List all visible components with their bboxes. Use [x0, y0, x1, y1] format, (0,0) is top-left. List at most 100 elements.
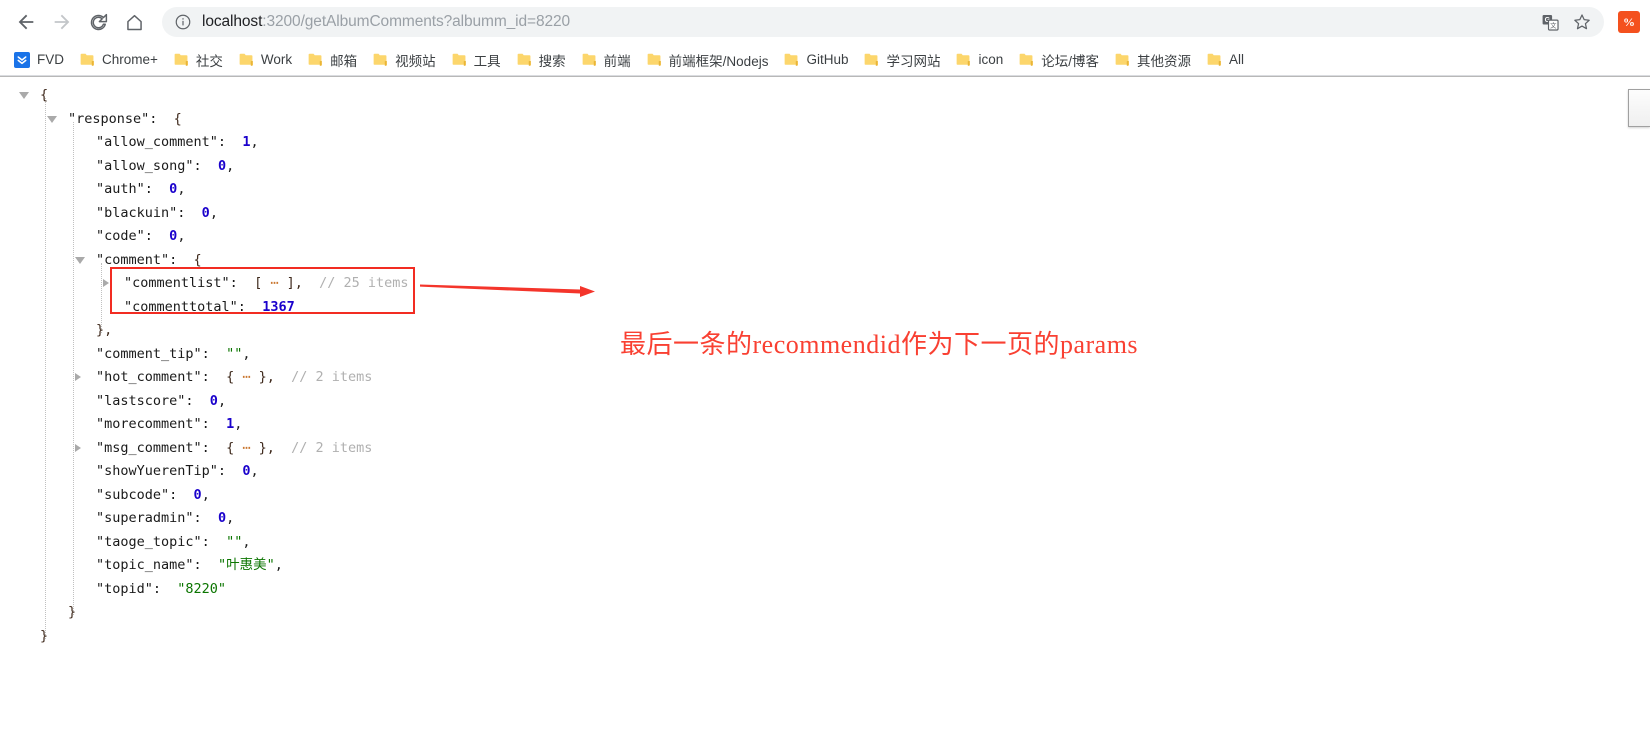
bookmark-item[interactable]: 前端框架/Nodejs — [639, 48, 777, 72]
folder-icon — [517, 53, 531, 66]
bookmark-item[interactable]: 搜索 — [509, 48, 574, 72]
json-collapsed-value[interactable]: [ ⋯ ], — [254, 275, 303, 291]
json-line: } — [0, 601, 409, 625]
json-line-content: "hot_comment": { ⋯ }, // 2 items — [0, 366, 372, 390]
json-colon: : — [217, 463, 243, 479]
collapse-triangle-icon[interactable] — [19, 92, 29, 99]
folder-icon — [239, 53, 253, 66]
bookmark-item[interactable]: 工具 — [444, 48, 509, 72]
forward-arrow-icon — [54, 14, 70, 30]
percent-extension-icon[interactable]: % — [1618, 11, 1640, 33]
bookmark-item[interactable]: Chrome+ — [72, 48, 166, 72]
expand-triangle-icon[interactable] — [75, 443, 81, 452]
bookmark-item[interactable]: 其他资源 — [1107, 48, 1199, 72]
json-line-content: "lastscore": 0, — [96, 392, 227, 409]
forward-button[interactable] — [44, 4, 80, 40]
address-bar[interactable]: localhost:3200/getAlbumComments?albumm_i… — [162, 7, 1604, 37]
reload-button[interactable] — [80, 4, 116, 40]
bookmark-label: GitHub — [806, 52, 849, 67]
json-line: "auth": 0, — [0, 178, 409, 202]
json-line-content: } — [0, 601, 76, 625]
json-colon: : — [201, 369, 227, 385]
json-key: "code" — [96, 228, 145, 244]
collapse-triangle-icon[interactable] — [75, 256, 85, 264]
json-line-content: "auth": 0, — [96, 181, 186, 197]
json-line: }, — [0, 319, 409, 343]
json-key: "hot_comment" — [96, 369, 202, 385]
bookmark-label: 其他资源 — [1137, 53, 1192, 69]
bookmark-item[interactable]: 学习网站 — [856, 48, 948, 72]
json-line: "allow_comment": 1, — [0, 131, 409, 155]
bookmark-item[interactable]: 论坛/博客 — [1011, 48, 1107, 72]
json-number-value: 0 — [193, 486, 202, 503]
folder-icon — [1019, 53, 1034, 66]
bookmark-label: icon — [978, 52, 1004, 67]
json-colon: : — [144, 228, 170, 244]
content-top-divider — [0, 76, 1650, 77]
home-button[interactable] — [116, 4, 152, 40]
json-colon: : — [201, 345, 227, 362]
json-line: "msg_comment": { ⋯ }, // 2 items — [0, 437, 409, 461]
bookmark-item[interactable]: 视频站 — [365, 48, 444, 72]
bookmark-label: 前端框架/Nodejs — [668, 53, 769, 69]
json-key: "auth" — [96, 181, 145, 197]
bookmark-star-button[interactable] — [1568, 8, 1596, 36]
bookmark-item[interactable]: FVD — [6, 48, 72, 72]
json-key: "subcode" — [96, 486, 170, 503]
json-key: "comment_tip" — [96, 345, 202, 362]
json-line: "topid": "8220" — [0, 578, 409, 602]
json-brace: } — [68, 604, 77, 620]
bookmark-item[interactable]: 社交 — [166, 48, 231, 72]
json-number-value: 0 — [209, 392, 218, 409]
json-line: "code": 0, — [0, 225, 409, 249]
bookmark-item[interactable]: 前端 — [574, 48, 639, 72]
folder-icon — [373, 53, 388, 66]
back-arrow-icon — [18, 14, 34, 30]
folder-icon — [1207, 53, 1221, 66]
json-open-brace: { — [173, 110, 182, 127]
folder-icon — [308, 53, 323, 66]
json-line: "topic_name": "叶惠美", — [0, 554, 409, 578]
json-line-content: "blackuin": 0, — [96, 204, 218, 221]
bookmark-item[interactable]: All — [1199, 48, 1252, 72]
bookmark-label: FVD — [37, 52, 64, 67]
info-circle-icon[interactable] — [174, 13, 192, 31]
expand-triangle-icon[interactable] — [103, 279, 109, 287]
bookmark-item[interactable]: Work — [231, 48, 300, 72]
bookmark-label: 搜索 — [538, 53, 566, 69]
json-key: "morecomment" — [96, 416, 202, 432]
json-collapsed-value[interactable]: { ⋯ }, — [226, 369, 275, 385]
bookmark-label: Work — [260, 52, 293, 67]
folder-icon — [582, 53, 596, 66]
fvd-icon — [14, 51, 30, 68]
json-collapsed-value[interactable]: { ⋯ }, — [226, 440, 275, 456]
json-line: "morecomment": 1, — [0, 413, 409, 437]
back-button[interactable] — [8, 4, 44, 40]
json-item-count-comment: // 2 items — [274, 369, 373, 385]
bookmark-item[interactable]: GitHub — [776, 48, 856, 72]
collapse-triangle-icon[interactable] — [47, 115, 57, 123]
json-line-content: }, — [0, 319, 112, 343]
json-colon: : — [237, 298, 263, 315]
bookmarks-bar: FVD Chrome+ 社交 Work 邮箱 视频站 工具 搜索 前端 前端框架/Nodejs Gi… — [0, 44, 1650, 76]
json-line: "lastscore": 0, — [0, 390, 409, 414]
bookmark-item[interactable]: 邮箱 — [300, 48, 365, 72]
folder-icon — [785, 53, 799, 66]
json-brace: { — [40, 87, 49, 103]
bookmark-label: 社交 — [195, 53, 223, 69]
json-key: "allow_comment" — [96, 134, 218, 150]
json-colon: : — [185, 392, 210, 409]
bookmark-item[interactable]: icon — [948, 48, 1011, 72]
translate-icon[interactable]: G 文 — [1536, 8, 1564, 36]
url-text[interactable]: localhost:3200/getAlbumComments?albumm_i… — [202, 13, 1536, 31]
expand-triangle-icon[interactable] — [75, 373, 81, 381]
annotation-text: 最后一条的recommendid作为下一页的params — [620, 330, 1139, 359]
json-colon: : — [169, 486, 194, 503]
json-line-content: "commentlist": [ ⋯ ], // 25 items — [0, 272, 409, 296]
side-panel-peek[interactable] — [1628, 89, 1650, 127]
json-string-value: "8220" — [177, 580, 227, 597]
json-colon: : — [229, 275, 255, 291]
json-number-value: 0 — [217, 157, 227, 174]
json-line-content: "taoge_topic": "", — [96, 533, 251, 550]
json-line: "taoge_topic": "", — [0, 531, 409, 555]
